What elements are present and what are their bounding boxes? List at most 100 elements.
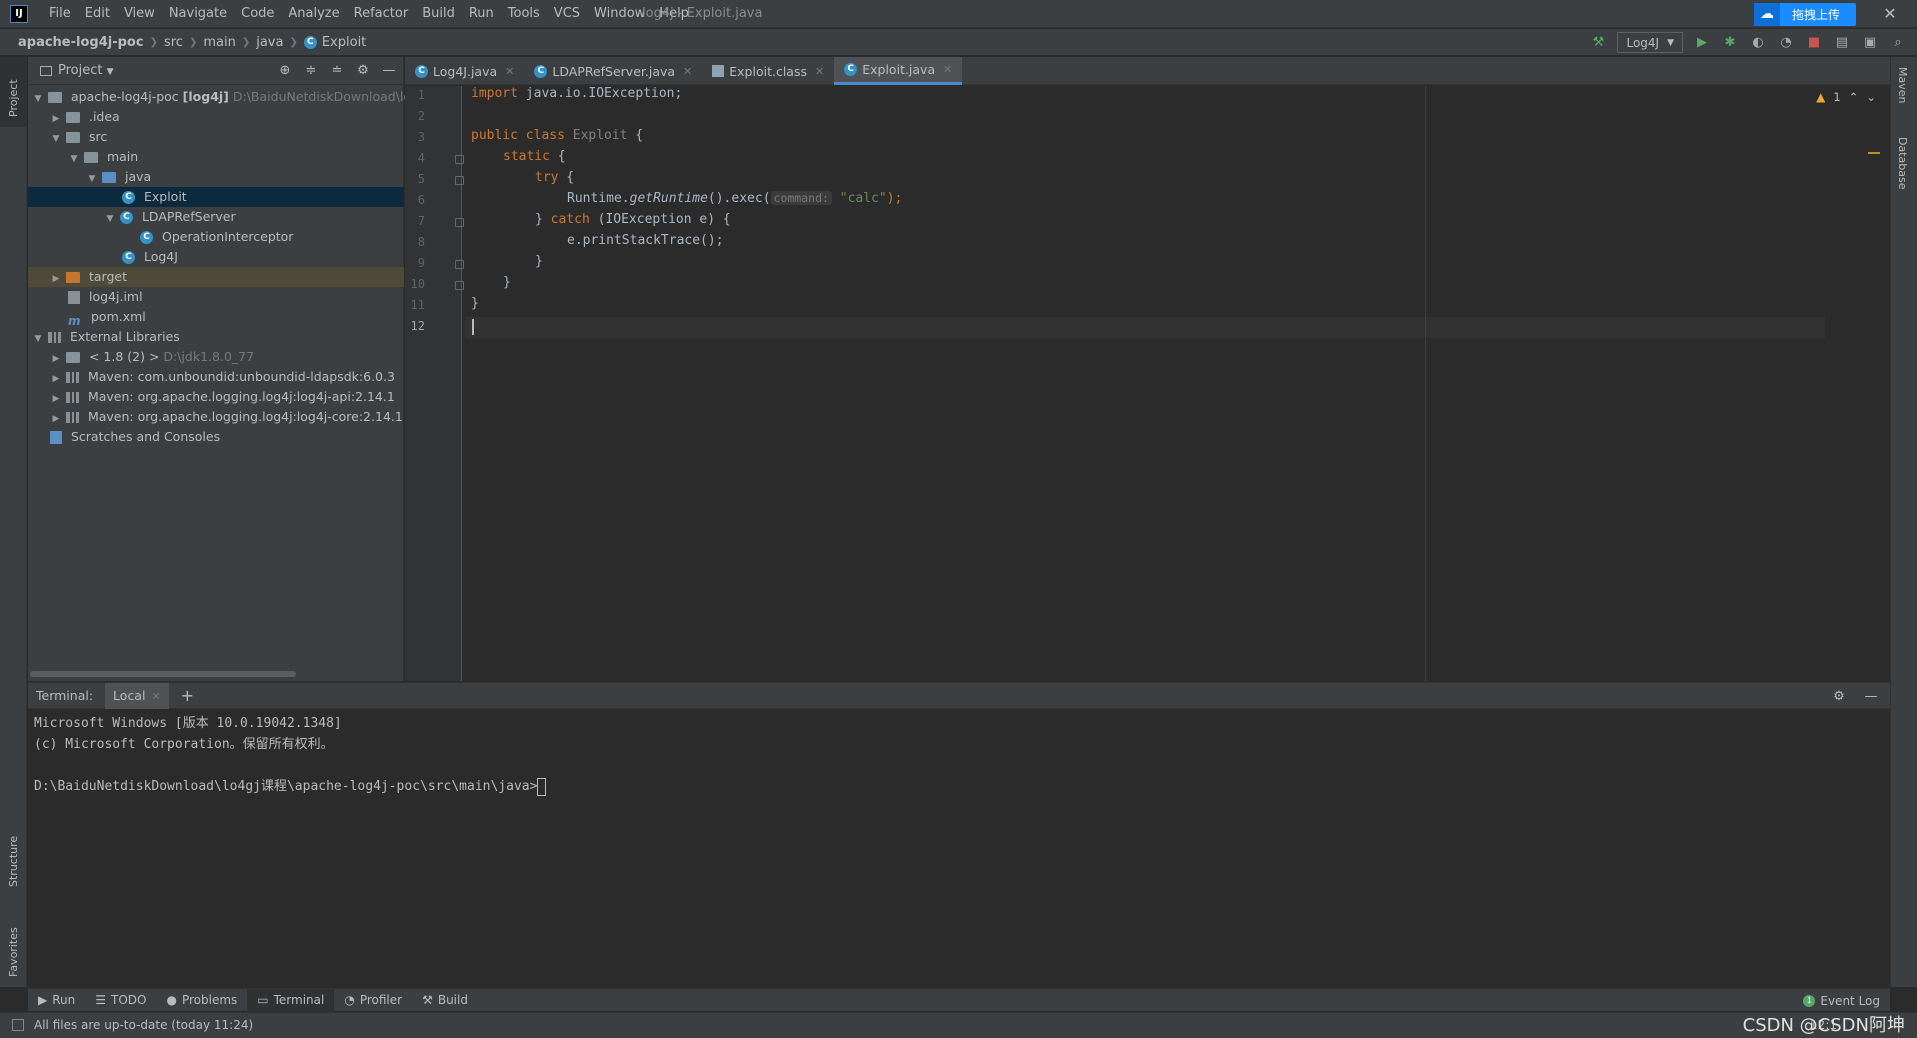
- tool-tab-problems[interactable]: ● Problems: [156, 989, 247, 1012]
- minimize-icon[interactable]: —: [1862, 687, 1880, 705]
- close-tab-icon[interactable]: ✕: [683, 65, 692, 78]
- chevron-right-icon: ▶: [52, 274, 60, 284]
- gear-icon[interactable]: ⚙: [1830, 687, 1848, 705]
- module-folder-icon: [47, 92, 62, 103]
- tree-item-maven-log4j-core[interactable]: ▶ Maven: org.apache.logging.log4j:log4j-…: [28, 407, 404, 427]
- tool-tab-favorites[interactable]: Favorites: [0, 907, 27, 987]
- chevron-up-icon[interactable]: ⌃: [1849, 90, 1859, 104]
- collapse-all-icon[interactable]: ≐: [328, 61, 346, 79]
- run-configuration-select[interactable]: Log4J ▼: [1617, 32, 1683, 53]
- terminal-tab-local[interactable]: Local ✕: [105, 682, 169, 709]
- breadcrumb-src[interactable]: src: [164, 35, 183, 50]
- fold-marker-icon[interactable]: [455, 218, 464, 227]
- tool-tab-structure[interactable]: Structure: [0, 817, 27, 897]
- new-terminal-icon[interactable]: +: [181, 686, 194, 705]
- menu-build[interactable]: Build: [415, 0, 462, 28]
- project-structure-icon[interactable]: ▤: [1833, 34, 1851, 52]
- close-tab-icon[interactable]: ✕: [151, 690, 160, 703]
- status-message[interactable]: All files are up-to-date (today 11:24): [34, 1013, 253, 1037]
- breadcrumb-exploit[interactable]: Exploit: [322, 35, 366, 50]
- warning-stripe-marker[interactable]: [1868, 152, 1880, 154]
- tree-item-project-root[interactable]: ▼ apache-log4j-poc [log4j] D:\BaiduNetdi…: [28, 87, 419, 107]
- chevron-right-icon: ❯: [149, 37, 158, 48]
- menu-view[interactable]: View: [117, 0, 162, 28]
- fold-marker-icon[interactable]: [455, 281, 464, 290]
- close-tab-icon[interactable]: ✕: [943, 63, 952, 76]
- fold-marker-icon[interactable]: [455, 260, 464, 269]
- project-view-selector[interactable]: Project ▼: [40, 57, 114, 86]
- close-window-icon[interactable]: ✕: [1880, 4, 1900, 24]
- cloud-icon: ☁: [1754, 3, 1780, 26]
- tab-log4j-java[interactable]: C Log4J.java ✕: [405, 57, 524, 85]
- breadcrumb-main[interactable]: main: [203, 35, 235, 50]
- tool-tab-build[interactable]: ⚒ Build: [412, 989, 478, 1012]
- tree-item-maven-ldapsdk[interactable]: ▶ Maven: com.unboundid:unboundid-ldapsdk…: [28, 367, 404, 387]
- expand-all-icon[interactable]: ≑: [302, 61, 320, 79]
- breadcrumb-java[interactable]: java: [256, 35, 283, 50]
- menu-run[interactable]: Run: [462, 0, 501, 28]
- tab-exploit-class[interactable]: Exploit.class ✕: [702, 57, 834, 85]
- inspection-widget[interactable]: ▲ 1 ⌃ ⌄: [1816, 90, 1876, 104]
- locate-icon[interactable]: ⊕: [276, 61, 294, 79]
- tree-item-operationinterceptor[interactable]: C OperationInterceptor: [28, 227, 404, 247]
- search-icon[interactable]: ⌕: [1889, 34, 1907, 52]
- fold-marker-icon[interactable]: [455, 155, 464, 164]
- tree-item-src[interactable]: ▼ src: [28, 127, 404, 147]
- profile-icon[interactable]: ◔: [1777, 34, 1795, 52]
- terminal-prompt: D:\BaiduNetdiskDownload\lo4gj课程\apache-l…: [34, 779, 538, 794]
- breadcrumb-project[interactable]: apache-log4j-poc: [18, 35, 144, 50]
- tab-ldaprefserver-java[interactable]: C LDAPRefServer.java ✕: [524, 57, 702, 85]
- upload-button[interactable]: ☁ 拖拽上传: [1754, 3, 1856, 26]
- terminal-output[interactable]: Microsoft Windows [版本 10.0.19042.1348] (…: [34, 713, 547, 797]
- chevron-down-icon[interactable]: ⌄: [1866, 90, 1876, 104]
- tree-item-log4j[interactable]: C Log4J: [28, 247, 404, 267]
- tool-tab-todo[interactable]: ☰ TODO: [85, 989, 156, 1012]
- menu-navigate[interactable]: Navigate: [162, 0, 234, 28]
- coverage-icon[interactable]: ◐: [1749, 34, 1767, 52]
- chevron-right-icon: ▶: [52, 374, 60, 384]
- tree-item-java[interactable]: ▼ java: [28, 167, 404, 187]
- run-icon[interactable]: ▶: [1693, 34, 1711, 52]
- close-tab-icon[interactable]: ✕: [815, 65, 824, 78]
- tree-item-scratches[interactable]: Scratches and Consoles: [28, 427, 404, 447]
- event-log-button[interactable]: 1 Event Log: [1803, 989, 1880, 1012]
- horizontal-scrollbar[interactable]: [30, 671, 296, 677]
- tree-item-idea[interactable]: ▶ .idea: [28, 107, 404, 127]
- tab-exploit-java[interactable]: C Exploit.java ✕: [834, 57, 963, 85]
- stop-icon[interactable]: ■: [1805, 34, 1823, 52]
- project-panel: Project ▼ ⊕ ≑ ≐ ⚙ — ▼ apache-log4j-poc […: [28, 57, 419, 681]
- layout-icon[interactable]: ▣: [1861, 34, 1879, 52]
- build-hammer-icon[interactable]: ⚒: [1589, 34, 1607, 52]
- gear-icon[interactable]: ⚙: [354, 61, 372, 79]
- code-editor[interactable]: 1 2 3 4 5 6 7 8 9 10 11 12 import java.i…: [405, 86, 1890, 681]
- tool-tab-terminal[interactable]: ▭ Terminal: [247, 988, 335, 1012]
- close-tab-icon[interactable]: ✕: [505, 65, 514, 78]
- menu-analyze[interactable]: Analyze: [281, 0, 346, 28]
- tree-item-log4j-iml[interactable]: log4j.iml: [28, 287, 404, 307]
- tree-item-pom-xml[interactable]: m pom.xml: [28, 307, 404, 328]
- menu-refactor[interactable]: Refactor: [347, 0, 416, 28]
- tree-item-main[interactable]: ▼ main: [28, 147, 404, 167]
- tree-item-maven-log4j-api[interactable]: ▶ Maven: org.apache.logging.log4j:log4j-…: [28, 387, 404, 407]
- tool-tab-run[interactable]: ▶ Run: [28, 989, 85, 1012]
- class-file-icon: [712, 65, 725, 77]
- menu-code[interactable]: Code: [234, 0, 281, 28]
- menu-tools[interactable]: Tools: [501, 0, 547, 28]
- debug-icon[interactable]: ✱: [1721, 34, 1739, 52]
- tool-tab-profiler[interactable]: ◔ Profiler: [334, 989, 412, 1012]
- tree-item-exploit[interactable]: C Exploit: [28, 187, 404, 207]
- minimize-icon[interactable]: —: [380, 61, 398, 79]
- project-tree: ▼ apache-log4j-poc [log4j] D:\BaiduNetdi…: [28, 87, 419, 447]
- menu-vcs[interactable]: VCS: [547, 0, 587, 28]
- fold-marker-icon[interactable]: [455, 176, 464, 185]
- toggle-tool-windows-icon[interactable]: [12, 1019, 24, 1031]
- tree-item-external-libraries[interactable]: ▼ External Libraries: [28, 327, 404, 347]
- tree-item-ldaprefserver[interactable]: ▼ C LDAPRefServer: [28, 207, 404, 227]
- menu-file[interactable]: File: [42, 0, 78, 28]
- breadcrumb: apache-log4j-poc ❯ src ❯ main ❯ java ❯ C…: [18, 29, 366, 56]
- tool-tab-project[interactable]: Project: [0, 57, 27, 127]
- tree-item-jdk[interactable]: ▶ < 1.8 (2) > D:\jdk1.8.0_77: [28, 347, 404, 367]
- tree-item-target[interactable]: ▶ target: [28, 267, 404, 287]
- menu-edit[interactable]: Edit: [78, 0, 117, 28]
- list-icon: ☰: [95, 992, 107, 1007]
